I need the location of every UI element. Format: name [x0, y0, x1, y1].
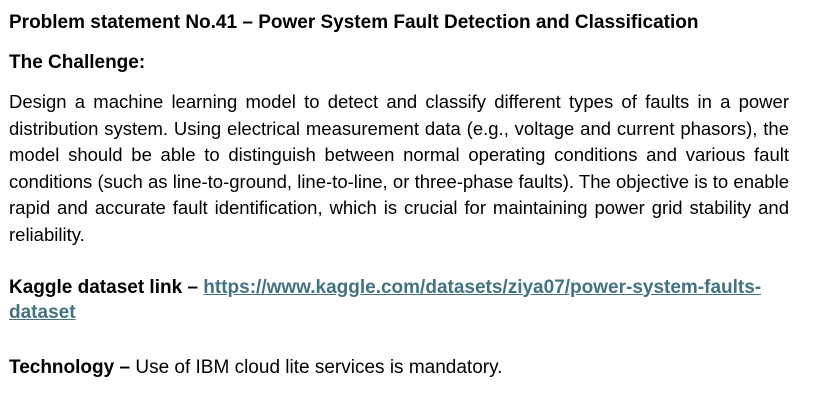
technology-text: Use of IBM cloud lite services is mandat…	[130, 356, 503, 378]
technology-line: Technology – Use of IBM cloud lite servi…	[9, 354, 789, 382]
problem-title: Problem statement No.41 – Power System F…	[9, 12, 699, 33]
technology-label: Technology –	[9, 356, 131, 378]
dataset-label: Kaggle dataset link –	[9, 276, 204, 298]
document-page: Problem statement No.41 – Power System F…	[9, 9, 789, 382]
challenge-heading: The Challenge:	[9, 52, 146, 73]
dataset-line: Kaggle dataset link – https://www.kaggle…	[9, 275, 789, 325]
challenge-description: Design a machine learning model to detec…	[9, 91, 789, 245]
